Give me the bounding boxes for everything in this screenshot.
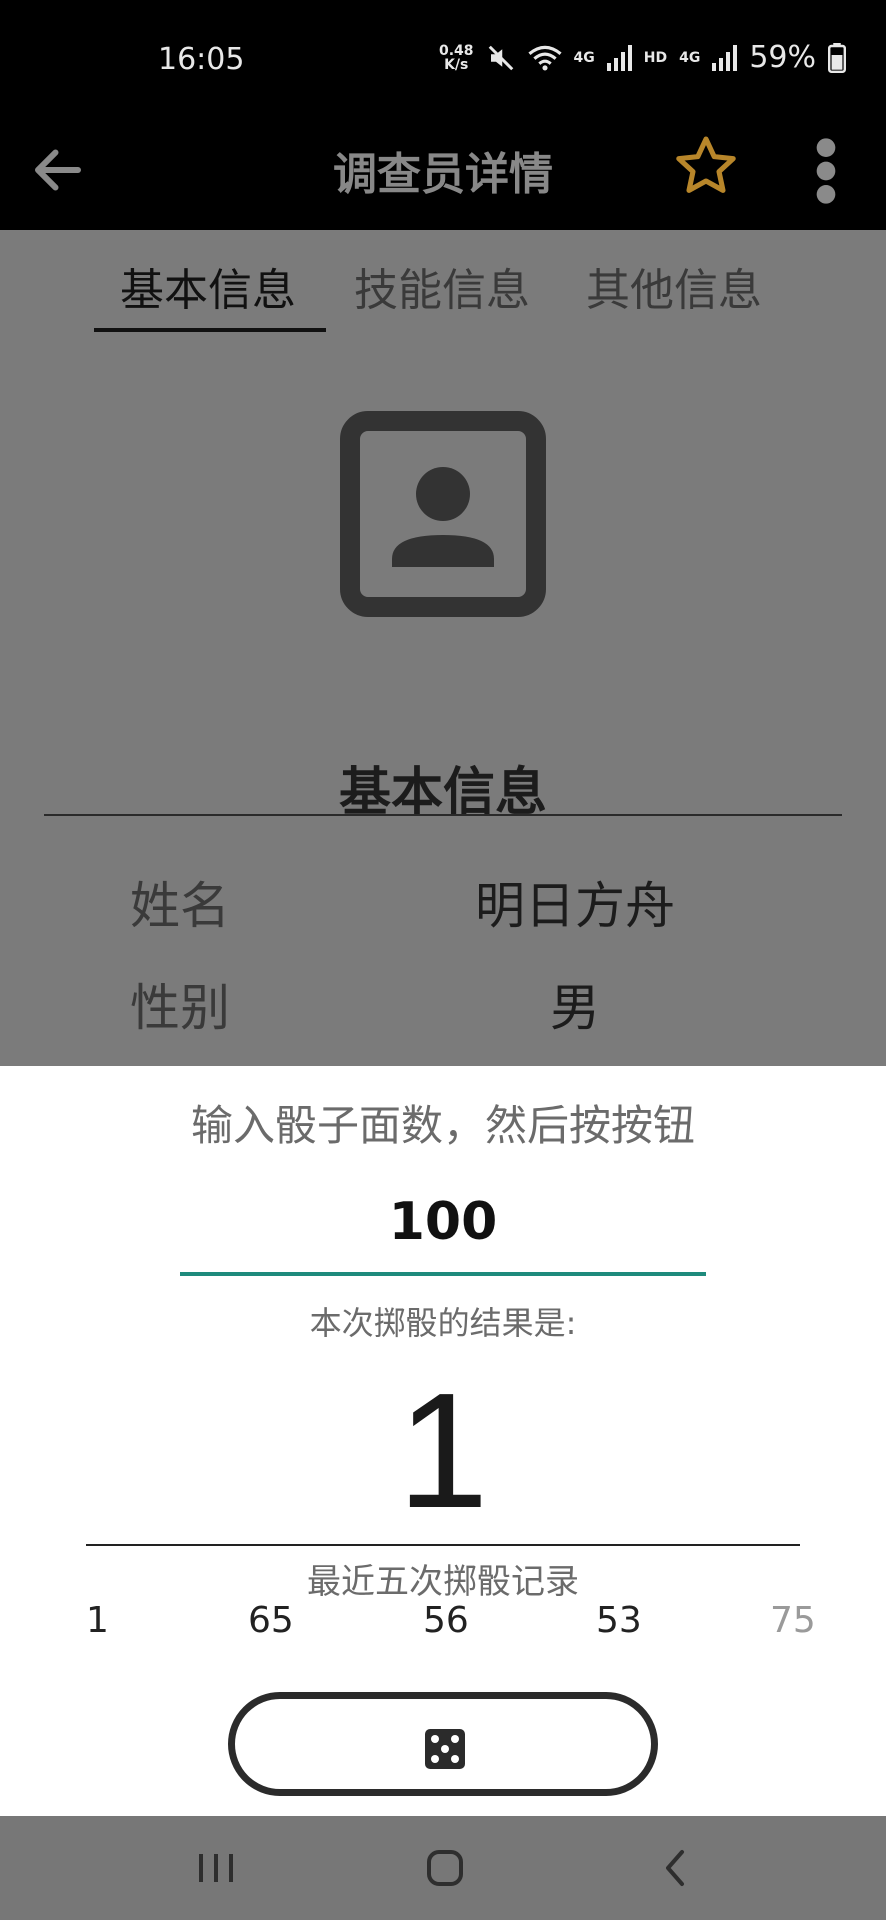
history-label: 最近五次掷骰记录	[307, 1562, 579, 1602]
system-nav-bar	[0, 1816, 886, 1920]
wifi-icon	[527, 45, 562, 70]
tab-bar: 基本信息 技能信息 其他信息	[0, 230, 886, 332]
signal-icon	[712, 44, 738, 71]
net-speed: 0.48 K/s	[439, 44, 474, 72]
recent-apps-icon[interactable]	[186, 1840, 246, 1896]
portrait-placeholder-icon[interactable]	[340, 411, 546, 617]
result-label: 本次掷骰的结果是:	[309, 1304, 577, 1342]
gender-label: 性别	[130, 979, 230, 1037]
history-item: 53	[596, 1600, 642, 1641]
mute-icon	[488, 45, 513, 70]
network-type-1: 4G	[573, 49, 595, 66]
back-nav-icon[interactable]	[646, 1840, 706, 1896]
app-bar: 调查员详情	[0, 118, 886, 230]
history-item: 65	[248, 1600, 294, 1641]
result-divider	[86, 1544, 800, 1546]
network-type-2: 4G	[679, 49, 701, 66]
dice-prompt: 输入骰子面数，然后按按钮	[190, 1101, 695, 1150]
roll-dice-button[interactable]	[228, 1692, 658, 1796]
investigator-detail-content: 基本信息 技能信息 其他信息 基本信息 姓名 明日方舟 性别 男	[0, 230, 886, 1066]
roll-history: 1 65 56 53 75	[86, 1600, 816, 1650]
history-item: 56	[423, 1600, 469, 1641]
battery-icon	[828, 42, 846, 73]
page-title: 调查员详情	[333, 149, 553, 200]
section-divider	[44, 814, 842, 816]
battery-percent: 59%	[749, 40, 816, 75]
home-icon[interactable]	[415, 1840, 475, 1896]
status-bar: 16:05 0.48 K/s 4G HD 4G 59%	[0, 0, 886, 118]
status-time: 16:05	[158, 42, 245, 77]
tab-skill-info[interactable]: 技能信息	[354, 254, 530, 318]
result-value: 1	[397, 1359, 489, 1542]
star-icon[interactable]	[672, 132, 740, 200]
name-label: 姓名	[130, 877, 230, 935]
more-vert-icon[interactable]	[812, 136, 840, 206]
dice-icon	[425, 1729, 465, 1769]
tab-other-info[interactable]: 其他信息	[586, 254, 762, 318]
hd-label: HD	[643, 49, 668, 66]
status-icons: 0.48 K/s 4G HD 4G 59%	[439, 40, 846, 75]
input-underline	[180, 1272, 706, 1276]
tab-basic-info[interactable]: 基本信息	[120, 254, 296, 318]
name-value: 明日方舟	[475, 877, 675, 935]
net-speed-value: 0.48	[438, 42, 474, 59]
gender-value: 男	[550, 979, 600, 1037]
history-item: 75	[770, 1600, 816, 1641]
dice-faces-input[interactable]	[180, 1192, 706, 1252]
active-tab-indicator	[94, 328, 326, 332]
dice-roll-sheet: 输入骰子面数，然后按按钮 本次掷骰的结果是: 1 最近五次掷骰记录 1 65 5…	[0, 1066, 886, 1816]
net-speed-unit: K/s	[444, 56, 469, 73]
history-item: 1	[86, 1600, 109, 1641]
signal-icon	[606, 44, 632, 71]
